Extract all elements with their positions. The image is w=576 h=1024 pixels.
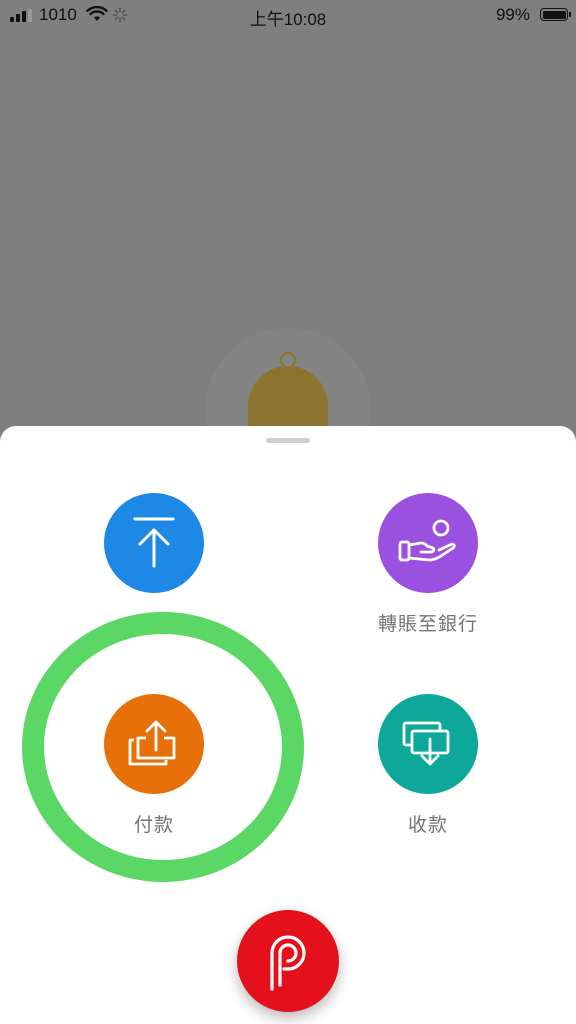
bank-transfer-action[interactable]: 轉賬至銀行 [348,493,508,635]
hand-coin-icon [398,519,456,562]
sheet-drag-handle[interactable] [266,438,310,443]
upload-action-button[interactable] [104,493,204,593]
battery-percent: 99% [495,5,530,24]
payme-logo-icon [270,935,306,991]
receive-button[interactable] [378,694,478,794]
upload-arrow-icon [133,517,175,568]
receive-action[interactable]: 收款 [348,694,508,836]
highlight-ring [22,612,304,882]
battery-icon [540,8,571,21]
payme-home-button[interactable] [237,910,339,1012]
clock-time: 上午10:08 [249,10,327,29]
bank-transfer-label: 轉賬至銀行 [377,614,478,635]
bank-transfer-button[interactable] [378,493,478,593]
status-bar: 1010 上午10:08 99% [0,0,576,30]
action-sheet: 轉賬至銀行 付款 收款 [0,426,576,1024]
receive-cards-icon [402,721,450,766]
receive-label: 收款 [407,815,448,836]
